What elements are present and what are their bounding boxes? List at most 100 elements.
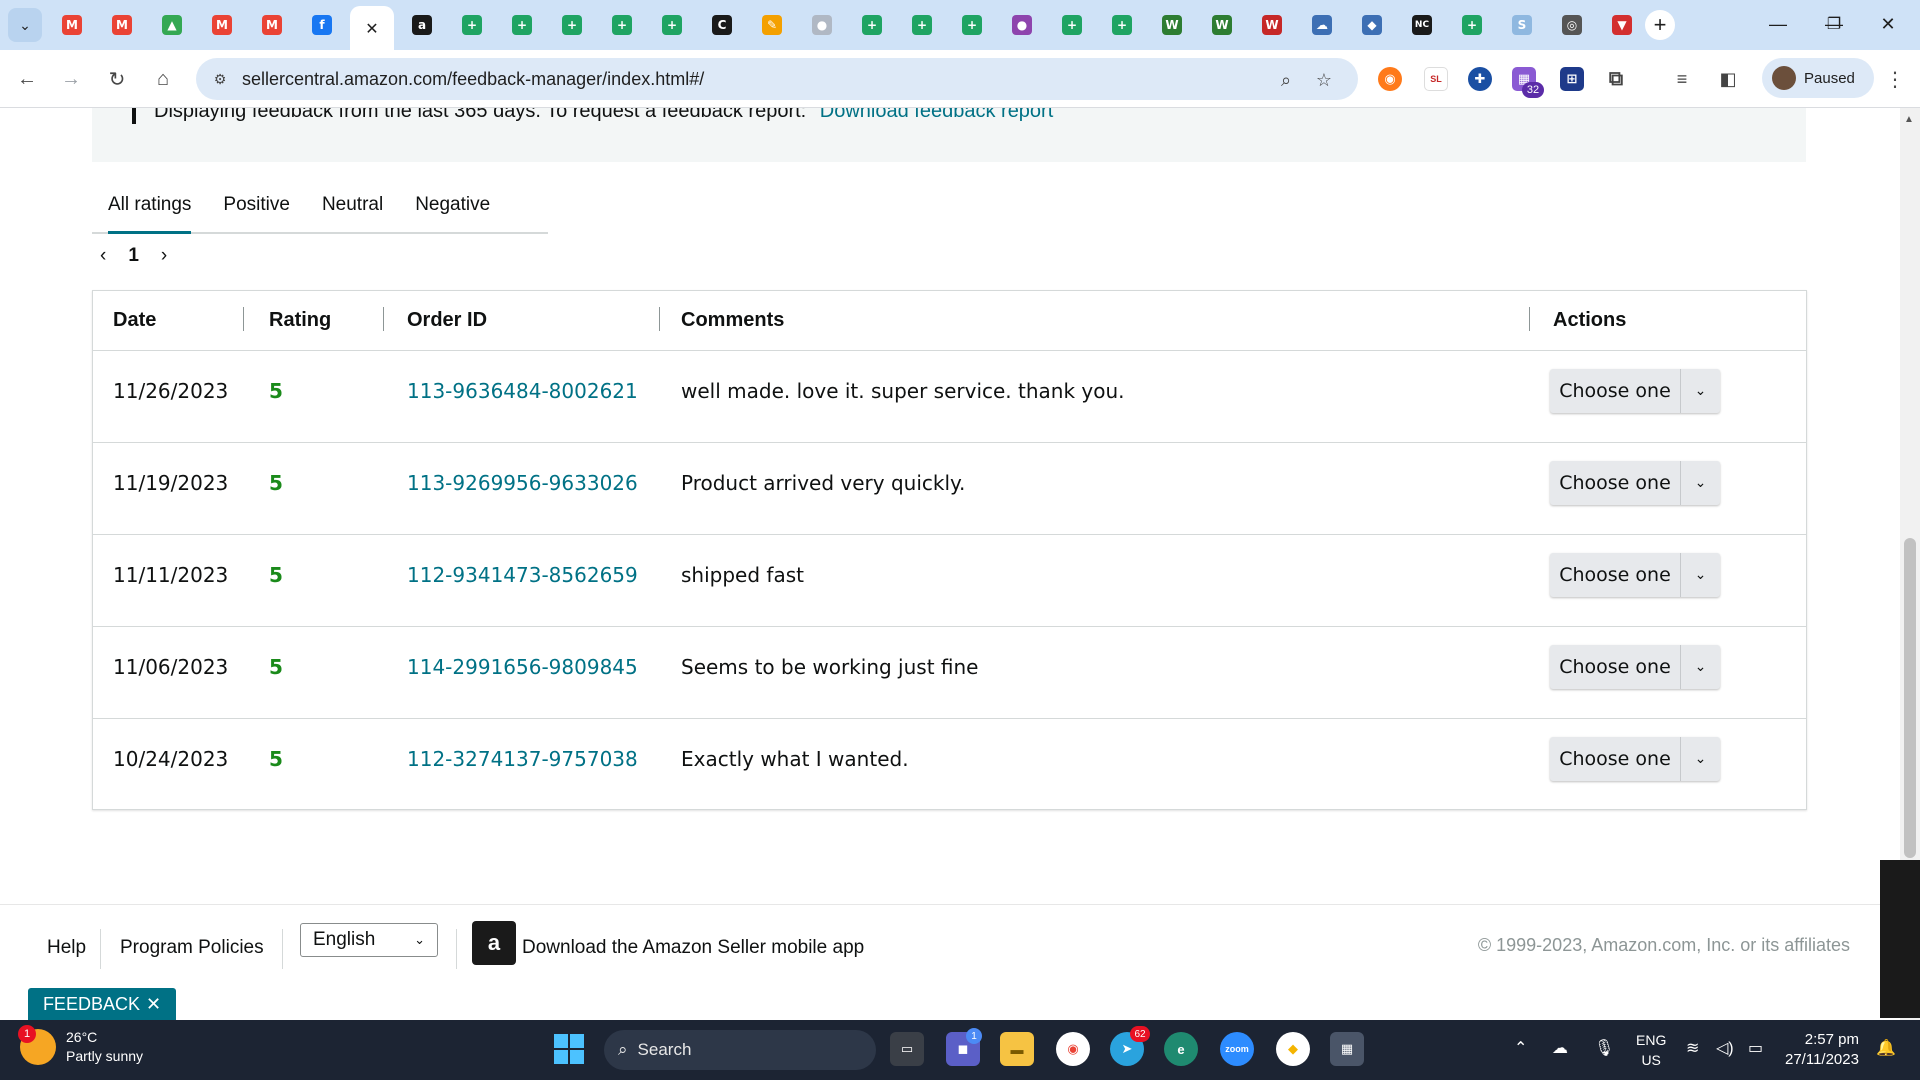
tab-active[interactable]: ✕ bbox=[350, 6, 394, 50]
browser-tab[interactable]: + bbox=[650, 6, 694, 44]
tab-all-ratings[interactable]: All ratings bbox=[92, 178, 207, 234]
browser-tab[interactable]: M bbox=[200, 6, 244, 44]
browser-tab[interactable]: ✎ bbox=[750, 6, 794, 44]
browser-tab[interactable]: f bbox=[300, 6, 344, 44]
browser-tab[interactable]: ▼ bbox=[1600, 6, 1644, 44]
browser-tab[interactable]: W bbox=[1200, 6, 1244, 44]
header-comments[interactable]: Comments bbox=[681, 309, 784, 332]
row-order-id-link[interactable]: 112-3274137-9757038 bbox=[407, 747, 638, 771]
program-policies-link[interactable]: Program Policies bbox=[120, 937, 264, 959]
help-link[interactable]: Help bbox=[47, 937, 86, 959]
chevron-down-icon[interactable]: ⌄ bbox=[1680, 461, 1720, 505]
header-rating[interactable]: Rating bbox=[269, 309, 331, 332]
weather-widget[interactable]: 1 26°C Partly sunny bbox=[18, 1025, 143, 1066]
chevron-down-icon[interactable]: ⌄ bbox=[1680, 645, 1720, 689]
minimize-button[interactable]: — bbox=[1746, 0, 1810, 48]
url-text[interactable]: sellercentral.amazon.com/feedback-manage… bbox=[242, 69, 704, 90]
side-panel-icon[interactable]: ◧ bbox=[1716, 67, 1740, 91]
task-view-icon[interactable]: ▭ bbox=[890, 1032, 924, 1066]
browser-tab[interactable]: + bbox=[850, 6, 894, 44]
back-button[interactable]: ← bbox=[12, 64, 42, 94]
browser-tab[interactable]: ◎ bbox=[1550, 6, 1594, 44]
browser-tab[interactable]: ◆ bbox=[1350, 6, 1394, 44]
header-order-id[interactable]: Order ID bbox=[407, 309, 487, 332]
browser-tab[interactable]: + bbox=[1100, 6, 1144, 44]
media-icon[interactable]: ≡ bbox=[1670, 67, 1694, 91]
extension-icon[interactable]: ⊞ bbox=[1560, 67, 1584, 91]
feedback-tab[interactable]: FEEDBACK ✕ bbox=[28, 988, 176, 1020]
battery-icon[interactable]: ▭ bbox=[1748, 1038, 1763, 1058]
browser-tab[interactable]: + bbox=[450, 6, 494, 44]
choose-action-dropdown[interactable]: Choose one ⌄ bbox=[1550, 645, 1720, 689]
browser-tab[interactable]: ● bbox=[800, 6, 844, 44]
new-tab-button[interactable]: + bbox=[1645, 10, 1675, 40]
bookmark-star-icon[interactable]: ☆ bbox=[1312, 68, 1336, 92]
browser-tab[interactable]: + bbox=[900, 6, 944, 44]
chevron-down-icon[interactable]: ⌄ bbox=[1680, 553, 1720, 597]
chevron-down-icon[interactable]: ⌄ bbox=[1680, 369, 1720, 413]
site-info-icon[interactable]: ⚙ bbox=[210, 69, 230, 89]
puzzle-icon[interactable]: ⧉ bbox=[1604, 67, 1628, 91]
show-hidden-icons[interactable]: ⌃ bbox=[1514, 1038, 1527, 1058]
browser-tab[interactable]: M bbox=[100, 6, 144, 44]
language-indicator[interactable]: ENG US bbox=[1636, 1030, 1666, 1070]
maps-icon[interactable]: ◆ bbox=[1276, 1032, 1310, 1066]
extension-icon[interactable]: ✚ bbox=[1468, 67, 1492, 91]
browser-tab[interactable]: ▲ bbox=[150, 6, 194, 44]
browser-tab[interactable]: + bbox=[950, 6, 994, 44]
reload-button[interactable]: ↻ bbox=[102, 64, 132, 94]
tab-negative[interactable]: Negative bbox=[399, 178, 506, 232]
notification-bell-icon[interactable]: 🔔 bbox=[1876, 1038, 1896, 1058]
browser-tab[interactable]: + bbox=[1050, 6, 1094, 44]
choose-action-dropdown[interactable]: Choose one ⌄ bbox=[1550, 461, 1720, 505]
browser-tab[interactable]: C bbox=[700, 6, 744, 44]
browser-tab[interactable]: a bbox=[400, 6, 444, 44]
amazon-app-logo-icon[interactable]: a bbox=[472, 921, 516, 965]
wifi-icon[interactable]: ≋ bbox=[1686, 1038, 1699, 1058]
file-explorer-icon[interactable]: ▬ bbox=[1000, 1032, 1034, 1066]
choose-action-dropdown[interactable]: Choose one ⌄ bbox=[1550, 553, 1720, 597]
taskbar-search[interactable]: ⌕ Search bbox=[604, 1030, 876, 1070]
browser-tab[interactable]: S bbox=[1500, 6, 1544, 44]
side-widget[interactable] bbox=[1880, 860, 1920, 1018]
extension-icon[interactable]: SL bbox=[1424, 67, 1448, 91]
language-select[interactable]: English ⌄ bbox=[300, 923, 438, 957]
browser-tab[interactable]: + bbox=[600, 6, 644, 44]
browser-tab[interactable]: ☁ bbox=[1300, 6, 1344, 44]
onedrive-icon[interactable]: ☁ bbox=[1552, 1038, 1568, 1058]
browser-tab[interactable]: + bbox=[1450, 6, 1494, 44]
browser-tab[interactable]: ● bbox=[1000, 6, 1044, 44]
browser-tab[interactable]: W bbox=[1250, 6, 1294, 44]
microphone-icon[interactable]: 🎙 bbox=[1594, 1038, 1614, 1058]
menu-icon[interactable]: ⋮ bbox=[1880, 64, 1910, 94]
tab-search-icon[interactable]: ⌄ bbox=[8, 8, 42, 42]
volume-icon[interactable]: ◁) bbox=[1716, 1038, 1734, 1058]
row-order-id-link[interactable]: 113-9269956-9633026 bbox=[407, 471, 638, 495]
forward-button[interactable]: → bbox=[56, 64, 86, 94]
extension-icon[interactable]: ◉ bbox=[1378, 67, 1402, 91]
profile-button[interactable]: Paused bbox=[1762, 58, 1874, 98]
chevron-down-icon[interactable]: ⌄ bbox=[1680, 737, 1720, 781]
close-icon[interactable]: ✕ bbox=[146, 994, 161, 1015]
next-page-icon[interactable]: › bbox=[161, 245, 167, 267]
current-page[interactable]: 1 bbox=[128, 245, 139, 267]
tab-neutral[interactable]: Neutral bbox=[306, 178, 399, 232]
clock[interactable]: 2:57 pm 27/11/2023 bbox=[1785, 1030, 1859, 1070]
download-report-link[interactable]: Download feedback report bbox=[820, 108, 1053, 122]
choose-action-dropdown[interactable]: Choose one ⌄ bbox=[1550, 369, 1720, 413]
row-order-id-link[interactable]: 112-9341473-8562659 bbox=[407, 563, 638, 587]
chrome-icon[interactable]: ◉ bbox=[1056, 1032, 1090, 1066]
address-bar[interactable]: ⚙ sellercentral.amazon.com/feedback-mana… bbox=[196, 58, 1358, 100]
header-date[interactable]: Date bbox=[113, 309, 156, 332]
browser-tab[interactable]: + bbox=[500, 6, 544, 44]
browser-tab[interactable]: NC bbox=[1400, 6, 1444, 44]
scroll-thumb[interactable] bbox=[1904, 538, 1916, 858]
close-window-button[interactable]: ✕ bbox=[1856, 0, 1920, 48]
edge-icon[interactable]: e bbox=[1164, 1032, 1198, 1066]
close-icon[interactable]: ✕ bbox=[362, 18, 382, 38]
previous-page-icon[interactable]: ‹ bbox=[100, 245, 106, 267]
home-button[interactable]: ⌂ bbox=[148, 64, 178, 94]
row-order-id-link[interactable]: 114-2991656-9809845 bbox=[407, 655, 638, 679]
browser-tab[interactable]: + bbox=[550, 6, 594, 44]
zoom-icon[interactable]: ⌕ bbox=[1274, 68, 1298, 92]
